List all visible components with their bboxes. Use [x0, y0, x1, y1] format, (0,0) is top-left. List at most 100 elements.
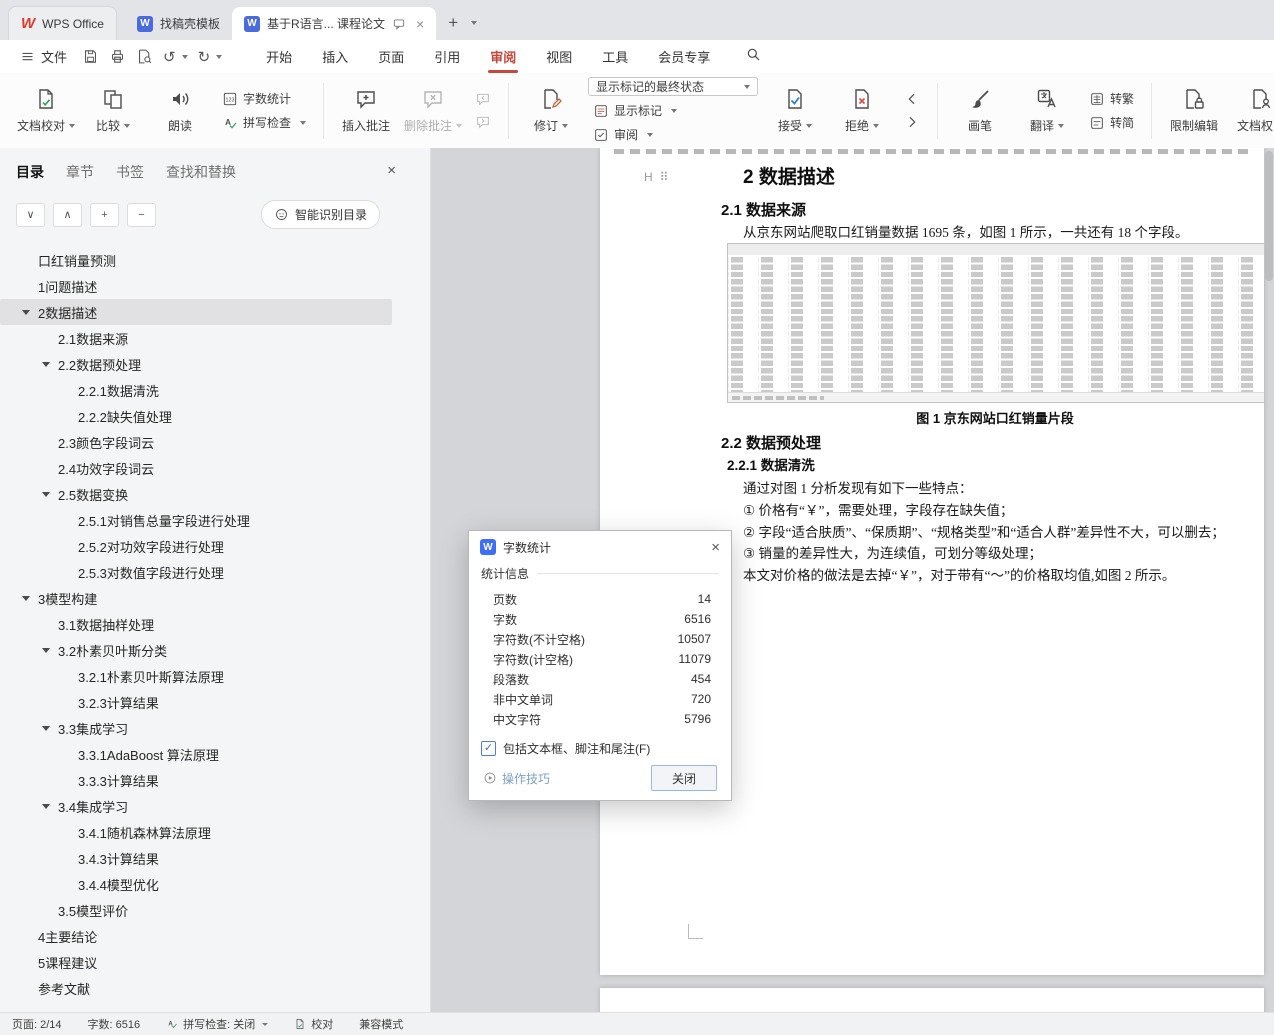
proofread-indicator[interactable]: 校对 — [294, 1016, 333, 1032]
toc-item[interactable]: 3.3.1AdaBoost 算法原理 — [0, 741, 392, 767]
toc-item[interactable]: 3.2朴素贝叶斯分类 — [0, 637, 392, 663]
checkbox-checked-icon[interactable]: ✓ — [481, 741, 496, 756]
toc-expand-arrow-icon[interactable] — [42, 804, 58, 809]
restrict-editing-button[interactable]: 限制编辑 — [1164, 79, 1224, 143]
word-count-indicator[interactable]: 字数: 6516 — [88, 1016, 141, 1032]
menu-item[interactable]: 引用 — [419, 40, 475, 73]
delete-comment-button[interactable]: 删除批注 — [403, 79, 463, 143]
toc-item[interactable]: 2数据描述 — [0, 299, 392, 325]
tips-link[interactable]: 操作技巧 — [483, 770, 550, 787]
print-preview-button[interactable] — [131, 45, 158, 69]
page-indicator[interactable]: 页面: 2/14 — [12, 1016, 62, 1032]
word-count-dialog[interactable]: W 字数统计 × 统计信息 页数 14 字数 6516 字符数(不计空格) 10… — [468, 530, 732, 801]
word-count-button[interactable]: 字数统计 — [217, 89, 311, 108]
toc-item[interactable]: 2.5.2对功效字段进行处理 — [0, 533, 392, 559]
drag-handle-icon[interactable]: ⠿ — [660, 170, 669, 184]
toc-item[interactable]: 2.2数据预处理 — [0, 351, 392, 377]
zoom-out-outline-button[interactable]: − — [127, 202, 156, 227]
toc-expand-arrow-icon[interactable] — [22, 596, 38, 601]
toc-item[interactable]: 2.2.1数据清洗 — [0, 377, 392, 403]
doc-chat-icon[interactable] — [392, 17, 406, 31]
tab-list-dropdown-icon[interactable] — [471, 20, 478, 25]
toc-item[interactable]: 3.2.3计算结果 — [0, 689, 392, 715]
zoom-in-outline-button[interactable]: + — [90, 202, 119, 227]
toc-item[interactable]: 3.1数据抽样处理 — [0, 611, 392, 637]
undo-button[interactable]: ↺ — [158, 48, 193, 66]
search-button[interactable] — [745, 46, 761, 67]
show-markup-button[interactable]: 显示标记 — [588, 101, 758, 120]
to-simplified-button[interactable]: 转简 — [1084, 113, 1139, 132]
toc-item[interactable]: 2.5.3对数值字段进行处理 — [0, 559, 392, 585]
track-changes-button[interactable]: 修订 — [521, 79, 581, 143]
menu-item[interactable]: 审阅 — [475, 40, 531, 73]
menu-item[interactable]: 页面 — [363, 40, 419, 73]
reject-change-button[interactable]: 拒绝 — [832, 79, 892, 143]
review-pane-button[interactable]: 审阅 — [588, 125, 758, 144]
figure-1-table-image[interactable] — [727, 243, 1265, 403]
sidebar-tab[interactable]: 书签 — [116, 162, 144, 182]
doc-permission-button[interactable]: 文档权限 — [1231, 79, 1274, 143]
menu-item[interactable]: 开始 — [251, 40, 307, 73]
toc-item[interactable]: 5课程建议 — [0, 949, 392, 975]
menu-item[interactable]: 会员专享 — [643, 40, 725, 73]
wps-home-tab[interactable]: W WPS Office — [8, 6, 117, 40]
new-tab-button[interactable]: + — [448, 14, 458, 31]
dialog-close-button[interactable]: 关闭 — [651, 765, 717, 791]
sidebar-close-icon[interactable]: × — [387, 162, 396, 179]
save-button[interactable] — [77, 45, 104, 69]
to-traditional-button[interactable]: 转繁 — [1084, 89, 1139, 108]
toc-item[interactable]: 1问题描述 — [0, 273, 392, 299]
dialog-title-bar[interactable]: W 字数统计 × — [469, 531, 731, 563]
toc-item[interactable]: 3.4.1随机森林算法原理 — [0, 819, 392, 845]
toc-expand-arrow-icon[interactable] — [22, 310, 38, 315]
toc-item[interactable]: 参考文献 — [0, 975, 392, 1001]
doc-tab-active[interactable]: W 基于R语言... 课程论文 × — [231, 7, 437, 40]
close-tab-icon[interactable]: × — [416, 17, 424, 31]
vertical-scrollbar[interactable] — [1265, 151, 1273, 281]
doc-proofread-button[interactable]: 文档校对 — [16, 79, 76, 143]
previous-comment-button[interactable] — [470, 90, 496, 108]
heading-tools[interactable]: H ⠿ — [644, 170, 668, 184]
toc-item[interactable]: 2.2.2缺失值处理 — [0, 403, 392, 429]
toc-item[interactable]: 2.5.1对销售总量字段进行处理 — [0, 507, 392, 533]
accept-change-button[interactable]: 接受 — [765, 79, 825, 143]
compatibility-mode-indicator[interactable]: 兼容模式 — [359, 1016, 403, 1032]
toc-item[interactable]: 3.4.4模型优化 — [0, 871, 392, 897]
undo-dropdown-icon[interactable] — [181, 54, 188, 59]
toc-item[interactable]: 2.5数据变换 — [0, 481, 392, 507]
toc-item[interactable]: 3.3集成学习 — [0, 715, 392, 741]
toc-expand-arrow-icon[interactable] — [42, 492, 58, 497]
toc-item[interactable]: 口红销量预测 — [0, 247, 392, 273]
redo-button[interactable]: ↻ — [193, 48, 228, 66]
menu-item[interactable]: 工具 — [587, 40, 643, 73]
next-comment-button[interactable] — [470, 113, 496, 131]
toc-item[interactable]: 3.5模型评价 — [0, 897, 392, 923]
next-change-button[interactable] — [899, 113, 925, 131]
toc-item[interactable]: 2.3颜色字段词云 — [0, 429, 392, 455]
print-button[interactable] — [104, 45, 131, 69]
read-aloud-button[interactable]: 朗读 — [150, 79, 210, 143]
toc-item[interactable]: 3.3.3计算结果 — [0, 767, 392, 793]
file-menu-button[interactable]: 文件 — [10, 47, 77, 66]
menu-item[interactable]: 视图 — [531, 40, 587, 73]
toc-item[interactable]: 3.4.3计算结果 — [0, 845, 392, 871]
insert-comment-button[interactable]: 插入批注 — [336, 79, 396, 143]
toc-expand-arrow-icon[interactable] — [42, 362, 58, 367]
toc-item[interactable]: 2.4功效字段词云 — [0, 455, 392, 481]
include-footnotes-option[interactable]: ✓ 包括文本框、脚注和尾注(F) — [481, 740, 719, 757]
sidebar-tab[interactable]: 章节 — [66, 162, 94, 182]
menu-item[interactable]: 插入 — [307, 40, 363, 73]
toc-item[interactable]: 3.4集成学习 — [0, 793, 392, 819]
expand-all-button[interactable]: ∧ — [53, 202, 82, 227]
ink-brush-button[interactable]: 画笔 — [950, 79, 1010, 143]
toc-expand-arrow-icon[interactable] — [42, 726, 58, 731]
sidebar-tab[interactable]: 目录 — [16, 162, 44, 182]
toc-item[interactable]: 4主要结论 — [0, 923, 392, 949]
dialog-close-icon[interactable]: × — [711, 540, 720, 555]
toc-expand-arrow-icon[interactable] — [42, 648, 58, 653]
spellcheck-toggle[interactable]: 拼写检查: 关闭 — [166, 1016, 269, 1032]
collapse-all-button[interactable]: ∨ — [16, 202, 45, 227]
spell-check-button[interactable]: 拼写检查 — [217, 113, 311, 132]
compare-button[interactable]: 比较 — [83, 79, 143, 143]
smart-toc-button[interactable]: 智能识别目录 — [260, 200, 380, 229]
